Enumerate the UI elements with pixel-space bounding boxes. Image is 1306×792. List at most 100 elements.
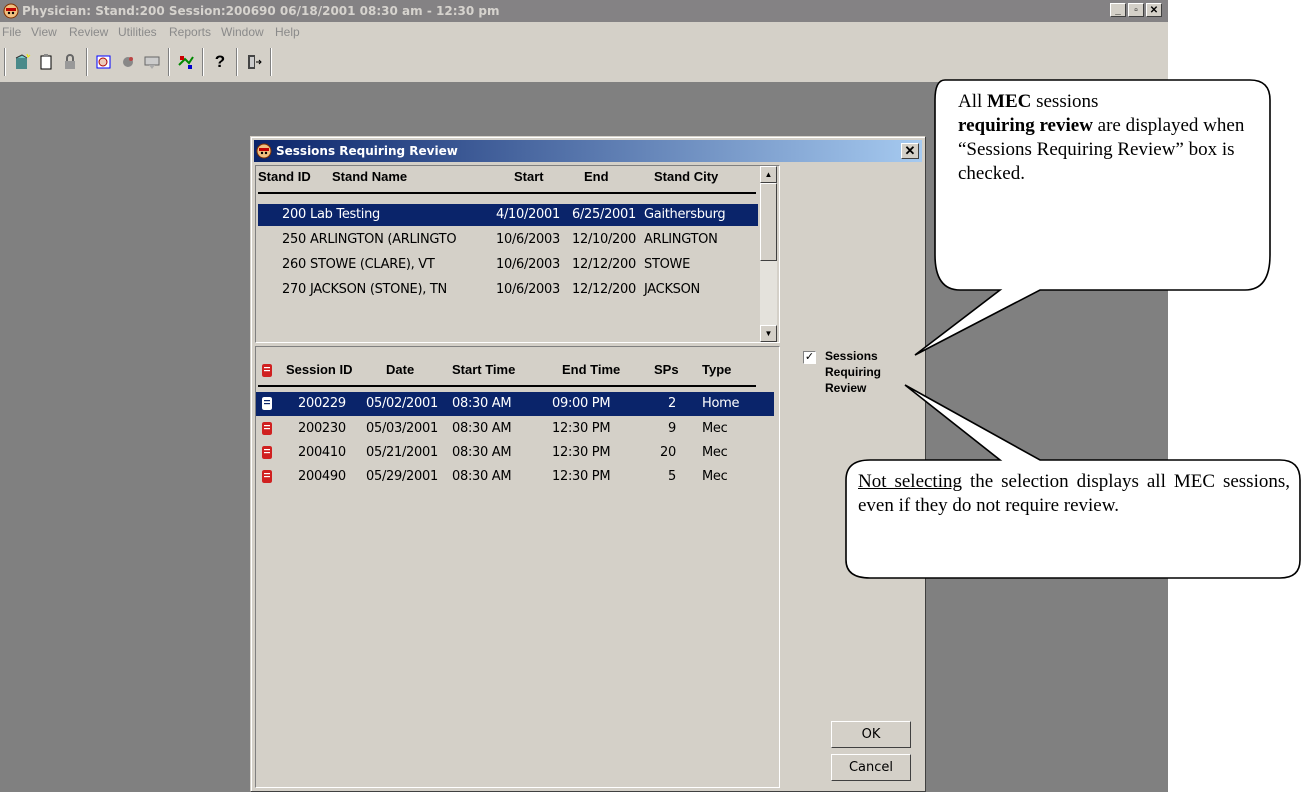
stand-start-cell: 10/6/2003 (496, 232, 560, 247)
stand-end-cell: 12/10/200 (572, 232, 636, 247)
book-icon (262, 470, 272, 483)
close-button[interactable]: ✕ (1146, 3, 1162, 17)
menu-help[interactable]: Help (275, 25, 300, 39)
help-icon[interactable]: ? (210, 52, 230, 72)
restore-button[interactable]: ▫ (1128, 3, 1144, 17)
header-end-time[interactable]: End Time (562, 362, 620, 377)
stand-name-cell: STOWE (CLARE), VT (310, 257, 435, 272)
session-id-cell: 200230 (298, 421, 346, 436)
session-end-cell: 12:30 PM (552, 445, 611, 460)
menu-bar: File View Review Utilities Reports Windo… (0, 22, 1168, 42)
stand-city-cell: Gaithersburg (644, 207, 726, 222)
sessions-requiring-review-checkbox[interactable]: ✓ (803, 351, 816, 364)
scroll-up-button[interactable]: ▲ (760, 166, 777, 183)
session-type-cell: Home (702, 396, 740, 411)
dialog-title-bar: Sessions Requiring Review ✕ (254, 140, 922, 162)
header-type[interactable]: Type (702, 362, 731, 377)
stand-name-cell: JACKSON (STONE), TN (310, 282, 447, 297)
toolbar: ? (0, 42, 1168, 83)
physician-app-icon (256, 143, 272, 159)
exit-icon[interactable] (244, 52, 264, 72)
stands-scrollbar[interactable]: ▲ ▼ (760, 166, 777, 342)
stands-list[interactable]: Stand ID Stand Name Start End Stand City… (255, 165, 780, 343)
stand-start-cell: 10/6/2003 (496, 257, 560, 272)
tools-icon[interactable] (142, 52, 162, 72)
scroll-thumb[interactable] (760, 183, 777, 261)
header-stand-id[interactable]: Stand ID (258, 169, 311, 184)
scroll-down-button[interactable]: ▼ (760, 325, 777, 342)
callout-bold: MEC (987, 91, 1032, 112)
stand-name-cell: Lab Testing (310, 207, 380, 222)
checkbox-label-line: Requiring (825, 365, 881, 379)
menu-window[interactable]: Window (221, 25, 264, 39)
session-start-cell: 08:30 AM (452, 396, 512, 411)
minimize-button[interactable]: _ (1110, 3, 1126, 17)
session-id-cell: 200229 (298, 396, 346, 411)
session-sps-cell: 20 (660, 445, 676, 460)
session-type-cell: Mec (702, 421, 728, 436)
header-end[interactable]: End (584, 169, 609, 184)
header-divider (258, 192, 756, 194)
hand-icon[interactable] (118, 52, 138, 72)
dialog-close-button[interactable]: ✕ (901, 143, 919, 159)
book-icon (262, 397, 272, 410)
stand-end-cell: 12/12/200 (572, 257, 636, 272)
checkbox-label-line: Review (825, 381, 867, 395)
checkbox-label-line: Sessions (825, 349, 878, 363)
window-title: Physician: Stand:200 Session:200690 06/1… (22, 4, 500, 18)
ok-button[interactable]: OK (831, 721, 911, 748)
session-start-cell: 08:30 AM (452, 445, 512, 460)
toolbar-grip (4, 48, 6, 76)
menu-view[interactable]: View (31, 25, 57, 39)
session-date-cell: 05/21/2001 (366, 445, 438, 460)
review-icon[interactable] (94, 52, 114, 72)
new-icon[interactable] (12, 52, 32, 72)
header-sps[interactable]: SPs (654, 362, 679, 377)
toolbar-separator (202, 48, 204, 76)
toolbar-separator (168, 48, 170, 76)
menu-utilities[interactable]: Utilities (118, 25, 157, 39)
toolbar-separator (270, 48, 272, 76)
lock-icon[interactable] (60, 52, 80, 72)
session-id-cell: 200410 (298, 445, 346, 460)
sessions-list[interactable]: Session ID Date Start Time End Time SPs … (255, 346, 780, 788)
exchange-icon[interactable] (176, 52, 196, 72)
stand-start-cell: 10/6/2003 (496, 282, 560, 297)
session-start-cell: 08:30 AM (452, 421, 512, 436)
session-id-cell: 200490 (298, 469, 346, 484)
callout-text: All (958, 91, 988, 112)
stand-name-cell: ARLINGTON (ARLINGTO (310, 232, 457, 247)
book-icon (262, 422, 272, 435)
stand-id-cell: 270 (282, 282, 306, 297)
header-session-id[interactable]: Session ID (286, 362, 352, 377)
header-date[interactable]: Date (386, 362, 414, 377)
header-stand-name[interactable]: Stand Name (332, 169, 407, 184)
title-bar: Physician: Stand:200 Session:200690 06/1… (0, 0, 1168, 22)
menu-reports[interactable]: Reports (169, 25, 211, 39)
session-end-cell: 12:30 PM (552, 469, 611, 484)
stand-id-cell: 200 (282, 207, 306, 222)
stand-city-cell: ARLINGTON (644, 232, 718, 247)
header-start[interactable]: Start (514, 169, 544, 184)
sessions-requiring-review-label[interactable]: Sessions Requiring Review (825, 348, 905, 396)
stand-city-cell: JACKSON (644, 282, 700, 297)
session-date-cell: 05/02/2001 (366, 396, 438, 411)
physician-app-icon (3, 3, 19, 19)
cancel-button[interactable]: Cancel (831, 754, 911, 781)
sessions-dialog: Sessions Requiring Review ✕ Stand ID Sta… (250, 136, 926, 792)
session-date-cell: 05/03/2001 (366, 421, 438, 436)
stand-start-cell: 4/10/2001 (496, 207, 560, 222)
callout-underline: Not selecting (858, 471, 962, 492)
clipboard-icon[interactable] (36, 52, 56, 72)
session-type-cell: Mec (702, 445, 728, 460)
stand-id-cell: 250 (282, 232, 306, 247)
session-type-cell: Mec (702, 469, 728, 484)
header-stand-city[interactable]: Stand City (654, 169, 718, 184)
stand-city-cell: STOWE (644, 257, 690, 272)
menu-file[interactable]: File (2, 25, 21, 39)
header-start-time[interactable]: Start Time (452, 362, 515, 377)
header-divider (258, 385, 756, 387)
book-icon (262, 446, 272, 459)
menu-review[interactable]: Review (69, 25, 108, 39)
session-sps-cell: 9 (668, 421, 676, 436)
